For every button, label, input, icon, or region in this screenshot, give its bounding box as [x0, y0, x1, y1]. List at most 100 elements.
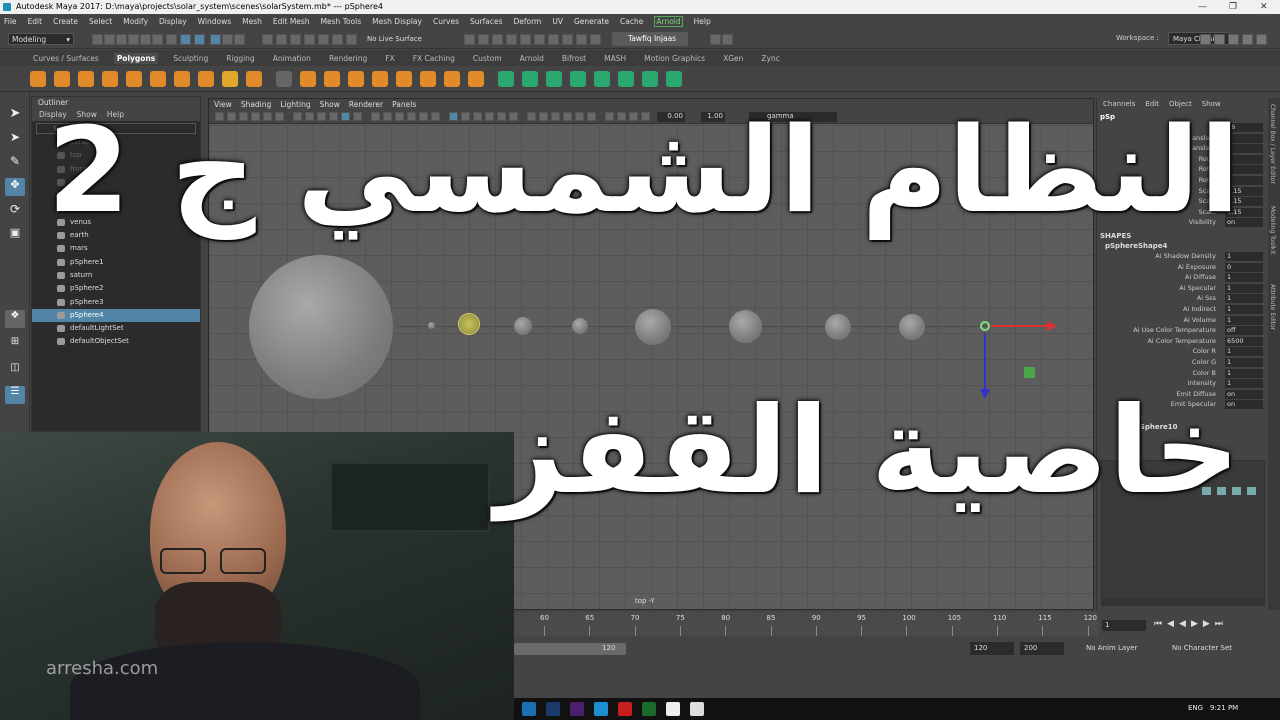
outliner-item-defaultobjectset[interactable]: defaultObjectSet: [32, 335, 200, 348]
status-tool-icon[interactable]: [92, 34, 103, 45]
shape-channel-value[interactable]: 1: [1225, 315, 1263, 325]
psphere1-sphere[interactable]: [635, 309, 671, 345]
layout-icon[interactable]: [1228, 34, 1239, 45]
outliner-item-psphere2[interactable]: pSphere2: [32, 282, 200, 295]
live-surface-field[interactable]: No Live Surface: [357, 33, 449, 45]
shelf-tool-icon[interactable]: [468, 71, 484, 87]
shelf-tool-icon[interactable]: [444, 71, 460, 87]
four-view-icon[interactable]: ⊞: [5, 336, 25, 354]
menu-generate[interactable]: Generate: [574, 17, 609, 26]
acrobat-taskbar-icon[interactable]: [618, 702, 632, 716]
move-plane-handle[interactable]: [1024, 367, 1035, 378]
shelf-tool-icon[interactable]: [546, 71, 562, 87]
mode-dropdown[interactable]: Modeling ▾: [8, 33, 74, 45]
shelf-tool-icon[interactable]: [198, 71, 214, 87]
menu-surfaces[interactable]: Surfaces: [470, 17, 502, 26]
shelf-tool-icon[interactable]: [498, 71, 514, 87]
shelf-tool-icon[interactable]: [222, 71, 238, 87]
status-tool-icon[interactable]: [166, 34, 177, 45]
shelf-tab-zync[interactable]: Zync: [758, 53, 782, 64]
menu-display[interactable]: Display: [159, 17, 187, 26]
status-tool-icon[interactable]: [478, 34, 489, 45]
status-tool-icon[interactable]: [534, 34, 545, 45]
outliner-item-defaultlightset[interactable]: defaultLightSet: [32, 322, 200, 335]
status-tool-icon[interactable]: [346, 34, 357, 45]
shelf-tool-icon[interactable]: [30, 71, 46, 87]
shelf-tab-curves-surfaces[interactable]: Curves / Surfaces: [30, 53, 102, 64]
shelf-tool-icon[interactable]: [102, 71, 118, 87]
shelf-tab-xgen[interactable]: XGen: [720, 53, 746, 64]
status-tool-icon[interactable]: [116, 34, 127, 45]
close-icon[interactable]: ✕: [1260, 0, 1268, 14]
menu-help[interactable]: Help: [694, 17, 711, 26]
camtasia-taskbar-icon[interactable]: [642, 702, 656, 716]
venus-sphere-highlighted[interactable]: [459, 314, 479, 334]
menu-uv[interactable]: UV: [552, 17, 563, 26]
shelf-tool-icon[interactable]: [522, 71, 538, 87]
shelf-tool-icon[interactable]: [372, 71, 388, 87]
shelf-tool-icon[interactable]: [324, 71, 340, 87]
shelf-tab-rendering[interactable]: Rendering: [326, 53, 370, 64]
playback-buttons[interactable]: ⏮◀◀▶▶⏭: [1154, 619, 1228, 629]
shelf-tool-icon[interactable]: [300, 71, 316, 87]
status-tool-icon[interactable]: [276, 34, 287, 45]
status-tool-icon[interactable]: [104, 34, 115, 45]
status-tool-icon[interactable]: [318, 34, 329, 45]
shelf-tab-bifrost[interactable]: Bifrost: [559, 53, 589, 64]
status-tool-icon[interactable]: [152, 34, 163, 45]
photoshop-taskbar-icon[interactable]: [546, 702, 560, 716]
menu-mesh-tools[interactable]: Mesh Tools: [321, 17, 362, 26]
shelf-tab-fx-caching[interactable]: FX Caching: [410, 53, 458, 64]
outliner-item-psphere1[interactable]: pSphere1: [32, 256, 200, 269]
menu-arnold[interactable]: Arnold: [654, 16, 683, 27]
status-tool-icon[interactable]: [290, 34, 301, 45]
shelf-tool-icon[interactable]: [570, 71, 586, 87]
shelf-tool-icon[interactable]: [54, 71, 70, 87]
shelf-tab-arnold[interactable]: Arnold: [517, 53, 547, 64]
skype-taskbar-icon[interactable]: [594, 702, 608, 716]
shelf-tab-fx[interactable]: FX: [382, 53, 397, 64]
outliner-item-mars[interactable]: mars: [32, 242, 200, 255]
language-indicator[interactable]: ENG: [1188, 704, 1203, 712]
shelf-tool-icon[interactable]: [174, 71, 190, 87]
current-frame-field[interactable]: 1: [1102, 620, 1146, 631]
lasso-tool-icon[interactable]: ➤: [5, 130, 25, 148]
sun-sphere[interactable]: [249, 255, 393, 399]
scale-tool-icon[interactable]: ▣: [5, 226, 25, 244]
shelf-tab-custom[interactable]: Custom: [470, 53, 505, 64]
status-tool-icon[interactable]: [562, 34, 573, 45]
paint-tool-icon[interactable]: ✎: [5, 154, 25, 172]
shape-channel-value[interactable]: 1: [1225, 273, 1263, 283]
mercury-sphere[interactable]: [428, 322, 435, 329]
status-tool-icon[interactable]: [590, 34, 601, 45]
status-tool-icon[interactable]: [210, 34, 221, 45]
channel-box-tab[interactable]: Channel Box / Layer Editor: [1269, 104, 1276, 184]
shelf-tool-icon[interactable]: [150, 71, 166, 87]
status-tool-icon[interactable]: [332, 34, 343, 45]
x-arrow-icon[interactable]: [1047, 321, 1057, 331]
menu-mesh-display[interactable]: Mesh Display: [372, 17, 422, 26]
shelf-tab-motion-graphics[interactable]: Motion Graphics: [641, 53, 708, 64]
menu-cache[interactable]: Cache: [620, 17, 643, 26]
restore-icon[interactable]: ❐: [1229, 0, 1237, 14]
modeling-toolkit-tab[interactable]: Modeling Toolkit: [1269, 206, 1276, 254]
shelf-tool-icon[interactable]: [594, 71, 610, 87]
maya-taskbar-icon[interactable]: [522, 702, 536, 716]
menu-edit-mesh[interactable]: Edit Mesh: [273, 17, 310, 26]
shelf-tool-icon[interactable]: [126, 71, 142, 87]
range-start-field[interactable]: 120: [970, 642, 1014, 655]
shape-channel-value[interactable]: 1: [1225, 347, 1263, 357]
status-tool-icon[interactable]: [140, 34, 151, 45]
status-tool-icon[interactable]: [234, 34, 245, 45]
premiere-taskbar-icon[interactable]: [570, 702, 584, 716]
layer-add-icon[interactable]: [1247, 487, 1256, 495]
shape-channel-value[interactable]: 1: [1225, 252, 1263, 261]
menu-create[interactable]: Create: [53, 17, 78, 26]
status-tool-icon[interactable]: [548, 34, 559, 45]
status-tool-icon[interactable]: [180, 34, 191, 45]
rotate-tool-icon[interactable]: ⟳: [5, 202, 25, 220]
menu-file[interactable]: File: [4, 17, 17, 26]
saturn-sphere[interactable]: [729, 310, 762, 343]
shape-channel-value[interactable]: off: [1225, 326, 1263, 336]
chrome-taskbar-icon[interactable]: [666, 702, 680, 716]
